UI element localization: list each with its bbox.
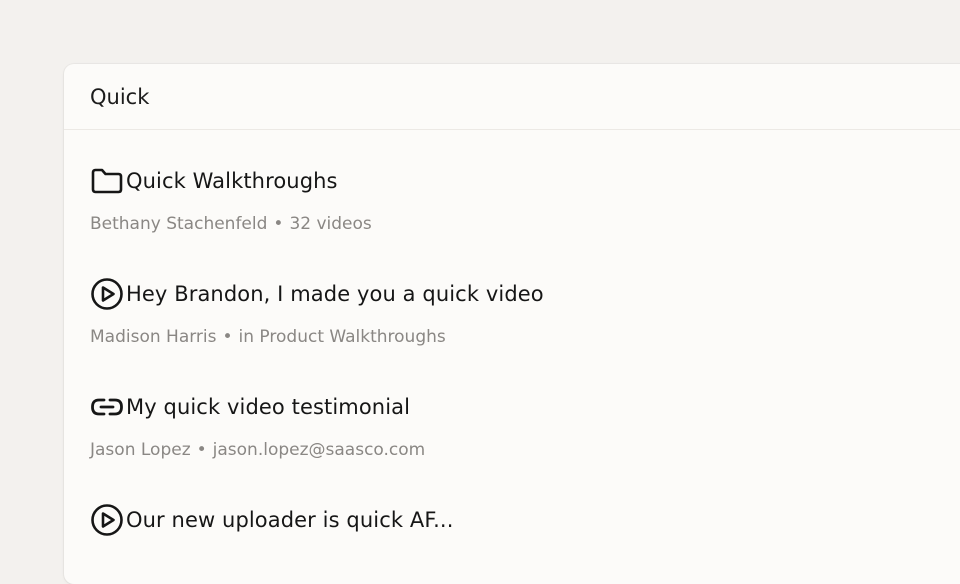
- result-meta: Jason Lopez • jason.lopez@saasco.com: [90, 440, 425, 460]
- play-icon: [90, 503, 126, 537]
- meta-separator: •: [273, 214, 284, 234]
- search-result[interactable]: Hey Brandon, I made you a quick video Ma…: [64, 243, 960, 356]
- result-title-row: Hey Brandon, I made you a quick video: [90, 277, 544, 311]
- result-title-row: Our new uploader is quick AF...: [90, 503, 453, 537]
- search-result[interactable]: My quick video testimonial Jason Lopez • j…: [64, 356, 960, 469]
- search-result[interactable]: Quick Walkthroughs Bethany Stachenfeld • 3…: [64, 130, 960, 243]
- search-input[interactable]: [90, 84, 690, 109]
- result-title: My quick video testimonial: [126, 395, 411, 419]
- result-owner: Jason Lopez: [90, 440, 191, 460]
- result-title-row: Quick Walkthroughs: [90, 164, 338, 198]
- result-title: Our new uploader is quick AF...: [126, 508, 454, 532]
- result-meta: Madison Harris • in Product Walkthroughs: [90, 327, 446, 347]
- result-owner: Madison Harris: [90, 327, 217, 347]
- result-title-row: My quick video testimonial: [90, 390, 410, 424]
- search-results-list: Quick Walkthroughs Bethany Stachenfeld • 3…: [64, 130, 960, 582]
- search-bar: [64, 64, 960, 130]
- search-result[interactable]: Our new uploader is quick AF...: [64, 469, 960, 582]
- meta-separator: •: [222, 327, 233, 347]
- link-icon: [90, 390, 126, 424]
- search-panel: Quick Walkthroughs Bethany Stachenfeld•3…: [64, 64, 960, 584]
- result-detail: 32 videos: [289, 214, 372, 234]
- result-meta: Bethany Stachenfeld • 32 videos: [90, 214, 372, 234]
- result-title: Hey Brandon, I made you a quick video: [126, 282, 544, 306]
- folder-icon: [90, 164, 126, 198]
- result-detail: in Product Walkthroughs: [238, 327, 446, 347]
- result-title: Quick Walkthroughs: [126, 169, 338, 193]
- result-owner: Bethany Stachenfeld: [90, 214, 268, 234]
- result-detail: jason.lopez@saasco.com: [212, 440, 426, 460]
- play-icon: [90, 277, 126, 311]
- meta-separator: •: [196, 440, 207, 460]
